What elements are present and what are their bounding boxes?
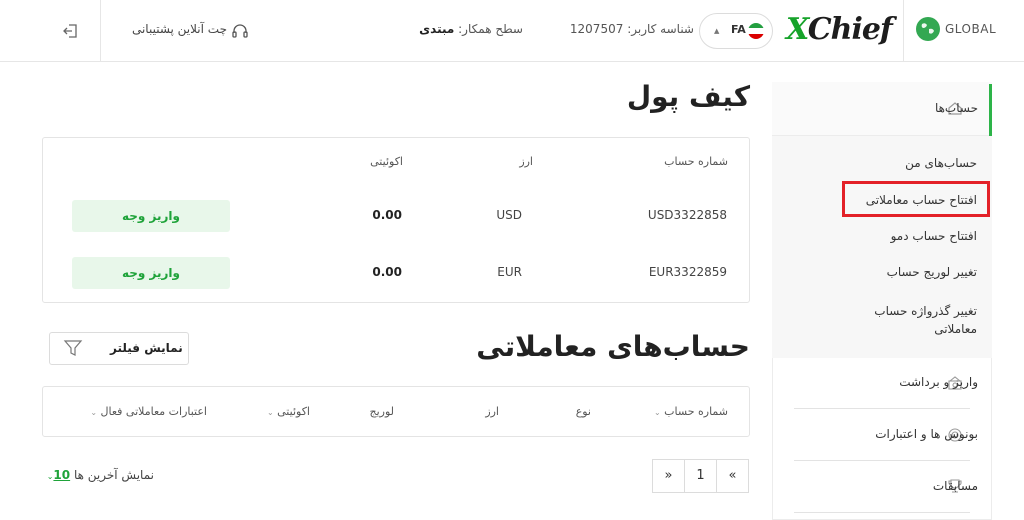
show-filter-label: نمایش فیلتر [110, 341, 183, 355]
column-header-currency: ارز [519, 155, 533, 168]
wallet-account-number: EUR3322859 [648, 265, 727, 279]
sidebar-item-competitions[interactable]: مسابقات [933, 479, 978, 493]
column-header-currency: ارز [485, 405, 499, 418]
first-page-button[interactable]: « [716, 459, 749, 493]
column-header-equity[interactable]: اکوئیتی ⌄ [267, 405, 310, 418]
last-page-button[interactable]: » [652, 459, 685, 493]
wallet-currency: USD [496, 208, 522, 222]
wallet-equity: 0.00 [372, 265, 402, 279]
headset-icon[interactable] [231, 22, 249, 40]
sidebar-item-accounts-label: حساب‌ها [934, 101, 978, 115]
column-header-active-credit[interactable]: اعتبارات معاملاتی فعال ⌄ [90, 405, 207, 418]
wallet-currency: EUR [497, 265, 522, 279]
page-number[interactable]: 1 [684, 459, 717, 493]
wallet-equity: 0.00 [372, 208, 402, 222]
sidebar-item-deposit-withdraw[interactable]: واریز و برداشت [899, 375, 978, 389]
highlight-box [842, 181, 990, 217]
caret-up-icon: ▲ [714, 27, 720, 35]
user-id: شناسه کاربر: 1207507 [569, 22, 694, 36]
divider [794, 512, 970, 513]
submenu-open-demo-account[interactable]: افتتاح حساب دمو [891, 229, 977, 243]
deposit-button[interactable]: واریز وجه [72, 257, 230, 289]
wallet-account-number: USD3322858 [647, 208, 727, 222]
partner-level: سطح همکار: مبتدی [419, 22, 523, 36]
logout-icon[interactable] [62, 22, 80, 40]
sidebar-item-bonuses[interactable]: بونوس ها و اعتبارات [875, 427, 978, 441]
global-label[interactable]: GLOBAL [945, 22, 996, 36]
divider [794, 408, 970, 409]
active-indicator [989, 84, 992, 136]
column-header-type: نوع [575, 405, 591, 418]
brand-logo[interactable]: XChief [786, 12, 893, 47]
iran-flag-icon [748, 23, 764, 39]
support-chat-link[interactable]: چت آنلاین پشتیبانی [132, 22, 227, 36]
column-header-account-number[interactable]: شماره حساب ⌄ [654, 405, 728, 418]
column-header-equity: اکوئیتی [370, 155, 403, 168]
divider [794, 460, 970, 461]
page-title: کیف پول [626, 80, 750, 113]
divider [100, 0, 101, 62]
globe-icon[interactable] [916, 17, 940, 41]
submenu-my-accounts[interactable]: حساب‌های من [905, 156, 977, 170]
filter-icon [63, 338, 83, 358]
column-header-leverage: لوریج [369, 405, 394, 418]
chevron-down-icon: ⌄ [266, 408, 274, 417]
chevron-down-icon: ⌄ [90, 408, 98, 417]
deposit-button[interactable]: واریز وجه [72, 200, 230, 232]
page-size-selector[interactable]: نمایش آخرین ها 10⌄ [47, 468, 154, 482]
language-code: FA [731, 23, 746, 36]
section-title: حساب‌های معاملاتی [476, 330, 750, 363]
column-header-account-number: شماره حساب [664, 155, 728, 168]
submenu-change-leverage[interactable]: تغییر لوریج حساب [887, 265, 977, 279]
chevron-down-icon: ⌄ [653, 408, 661, 417]
submenu-change-password[interactable]: تغییر گذرواژه حساب معاملاتی [867, 302, 977, 338]
divider [903, 0, 904, 62]
